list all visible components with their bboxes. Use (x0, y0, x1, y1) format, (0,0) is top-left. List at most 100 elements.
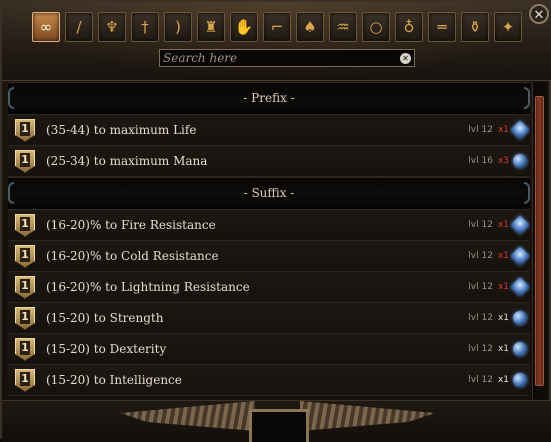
modifier-row[interactable]: 1 (16-20)% to Cold Resistance lvl 12 x1 (8, 241, 530, 272)
tier-shield-icon: 1 (14, 275, 36, 299)
modifier-text: (16-20)% to Fire Resistance (46, 218, 216, 232)
currency-orb-icon (513, 311, 527, 325)
tier-number: 1 (20, 247, 30, 262)
tab-bow[interactable]: ) (164, 12, 192, 42)
armor-icon: ♠ (303, 17, 317, 36)
scrollbar-thumb[interactable] (535, 96, 544, 386)
category-bar: ∞ / ♆ †) ♜ ✋ ⌐ ♠ ♒ ○ ♁ ═ ⚱ ✦ ✕ ✕ (2, 2, 551, 81)
modifier-level: lvl 12 (468, 220, 493, 230)
essence-orb-icon (510, 277, 530, 297)
modifier-row[interactable]: 1 (15-20) to Intelligence lvl 12 x1 (8, 365, 530, 396)
cost-multiplier: x1 (497, 251, 509, 261)
bow-icon: ) (175, 17, 181, 36)
tab-armor[interactable]: ♠ (296, 12, 324, 42)
tab-amulet[interactable]: ♁ (395, 12, 423, 42)
flask-icon: ⚱ (468, 17, 482, 36)
modifier-text: (15-20) to Strength (46, 311, 164, 325)
currency-orb-icon (513, 342, 527, 356)
modifier-row[interactable]: 1 (16-20)% to Fire Resistance lvl 12 x1 (8, 210, 530, 241)
cost-multiplier: x1 (497, 282, 509, 292)
search-box: ✕ (159, 49, 415, 67)
modifier-level: lvl 12 (468, 282, 493, 292)
tab-axe[interactable]: ♆ (98, 12, 126, 42)
essence-orb-icon (510, 120, 530, 140)
category-tabs: ∞ / ♆ †) ♜ ✋ ⌐ ♠ ♒ ○ ♁ ═ ⚱ ✦ (32, 12, 522, 44)
tab-jewel[interactable]: ✦ (494, 12, 522, 42)
tab-belt[interactable]: ═ (428, 12, 456, 42)
modifier-row[interactable]: 1 (16-20)% to Lightning Resistance lvl 12 x… (8, 272, 530, 303)
tab-staff[interactable]: / (65, 12, 93, 42)
modifier-row[interactable]: 1 (35-44) to maximum Life lvl 12 x1 (8, 115, 530, 146)
crafting-window: ∞ / ♆ †) ♜ ✋ ⌐ ♠ ♒ ○ ♁ ═ ⚱ ✦ ✕ ✕ - Prefix - 1 (35-44) t… (0, 0, 551, 442)
axe-icon: ♆ (105, 17, 119, 36)
currency-orb-icon (513, 154, 527, 168)
modifier-row[interactable]: 1 (15-20) to Strength lvl 12 x1 (8, 303, 530, 334)
left-wing-ornament (120, 401, 255, 431)
ring-icon: ○ (369, 17, 383, 36)
currency-orb-icon (513, 373, 527, 387)
scroll-ornament-left (8, 87, 14, 109)
helmet-icon: ♜ (204, 17, 218, 36)
essence-orb-icon (510, 215, 530, 235)
essence-orb-icon (510, 246, 530, 266)
modifier-text: (25-34) to maximum Mana (46, 154, 208, 168)
modifier-level: lvl 16 (468, 156, 493, 166)
tab-ring[interactable]: ○ (362, 12, 390, 42)
modifier-row[interactable]: 1 (15-20) to Dexterity lvl 12 x1 (8, 334, 530, 365)
modifier-text: (15-20) to Dexterity (46, 342, 167, 356)
cost-multiplier: x3 (497, 156, 509, 166)
search-input[interactable] (160, 50, 400, 66)
jewel-icon: ✦ (501, 17, 515, 36)
belt-icon: ═ (437, 17, 447, 36)
staff-icon: / (76, 17, 82, 36)
tab-quiver[interactable]: ♒ (329, 12, 357, 42)
scrollbar[interactable] (532, 82, 547, 400)
glove-icon: ✋ (234, 17, 254, 36)
modifier-text: (16-20)% to Lightning Resistance (46, 280, 250, 294)
close-icon[interactable]: ✕ (529, 4, 549, 24)
modifier-level: lvl 12 (468, 375, 493, 385)
scroll-ornament-right (524, 182, 530, 204)
scroll-ornament-right (524, 87, 530, 109)
modifier-row[interactable]: 1 (25-34) to maximum Mana lvl 16 x3 (8, 146, 530, 177)
modifier-level: lvl 12 (468, 313, 493, 323)
modifier-text: (35-44) to maximum Life (46, 123, 197, 137)
tier-shield-icon: 1 (14, 149, 36, 173)
tier-shield-icon: 1 (14, 118, 36, 142)
tab-boots[interactable]: ⌐ (263, 12, 291, 42)
modifier-list: - Prefix - 1 (35-44) to maximum Life lvl 12… (8, 82, 530, 400)
cost-multiplier: x1 (497, 313, 509, 323)
tab-helmet[interactable]: ♜ (197, 12, 225, 42)
sword-icon: † (141, 17, 149, 36)
cost-multiplier: x1 (497, 375, 509, 385)
modifier-text: (15-20) to Intelligence (46, 373, 182, 387)
tier-number: 1 (20, 278, 30, 293)
tier-number: 1 (20, 371, 30, 386)
right-wing-ornament (300, 401, 435, 431)
tier-number: 1 (20, 152, 30, 167)
section-title: - Suffix - (243, 186, 295, 200)
tier-number: 1 (20, 121, 30, 136)
tier-shield-icon: 1 (14, 213, 36, 237)
tab-glove[interactable]: ✋ (230, 12, 258, 42)
section-header: - Suffix - (8, 177, 530, 210)
cost-multiplier: x1 (497, 344, 509, 354)
all-icon: ∞ (39, 17, 53, 36)
section-header: - Prefix - (8, 82, 530, 115)
tab-all[interactable]: ∞ (32, 12, 60, 42)
tier-number: 1 (20, 309, 30, 324)
tier-number: 1 (20, 340, 30, 355)
modifier-level: lvl 12 (468, 344, 493, 354)
clear-search-icon[interactable]: ✕ (400, 52, 411, 64)
modifier-level: lvl 12 (468, 251, 493, 261)
tab-flask[interactable]: ⚱ (461, 12, 489, 42)
cost-multiplier: x1 (497, 220, 509, 230)
modifier-level: lvl 12 (468, 125, 493, 135)
tab-sword[interactable]: † (131, 12, 159, 42)
crest-ornament (249, 409, 309, 442)
quiver-icon: ♒ (336, 17, 350, 36)
bottom-ornament (2, 400, 551, 442)
scroll-ornament-left (8, 182, 14, 204)
tier-shield-icon: 1 (14, 306, 36, 330)
cost-multiplier: x1 (497, 125, 509, 135)
